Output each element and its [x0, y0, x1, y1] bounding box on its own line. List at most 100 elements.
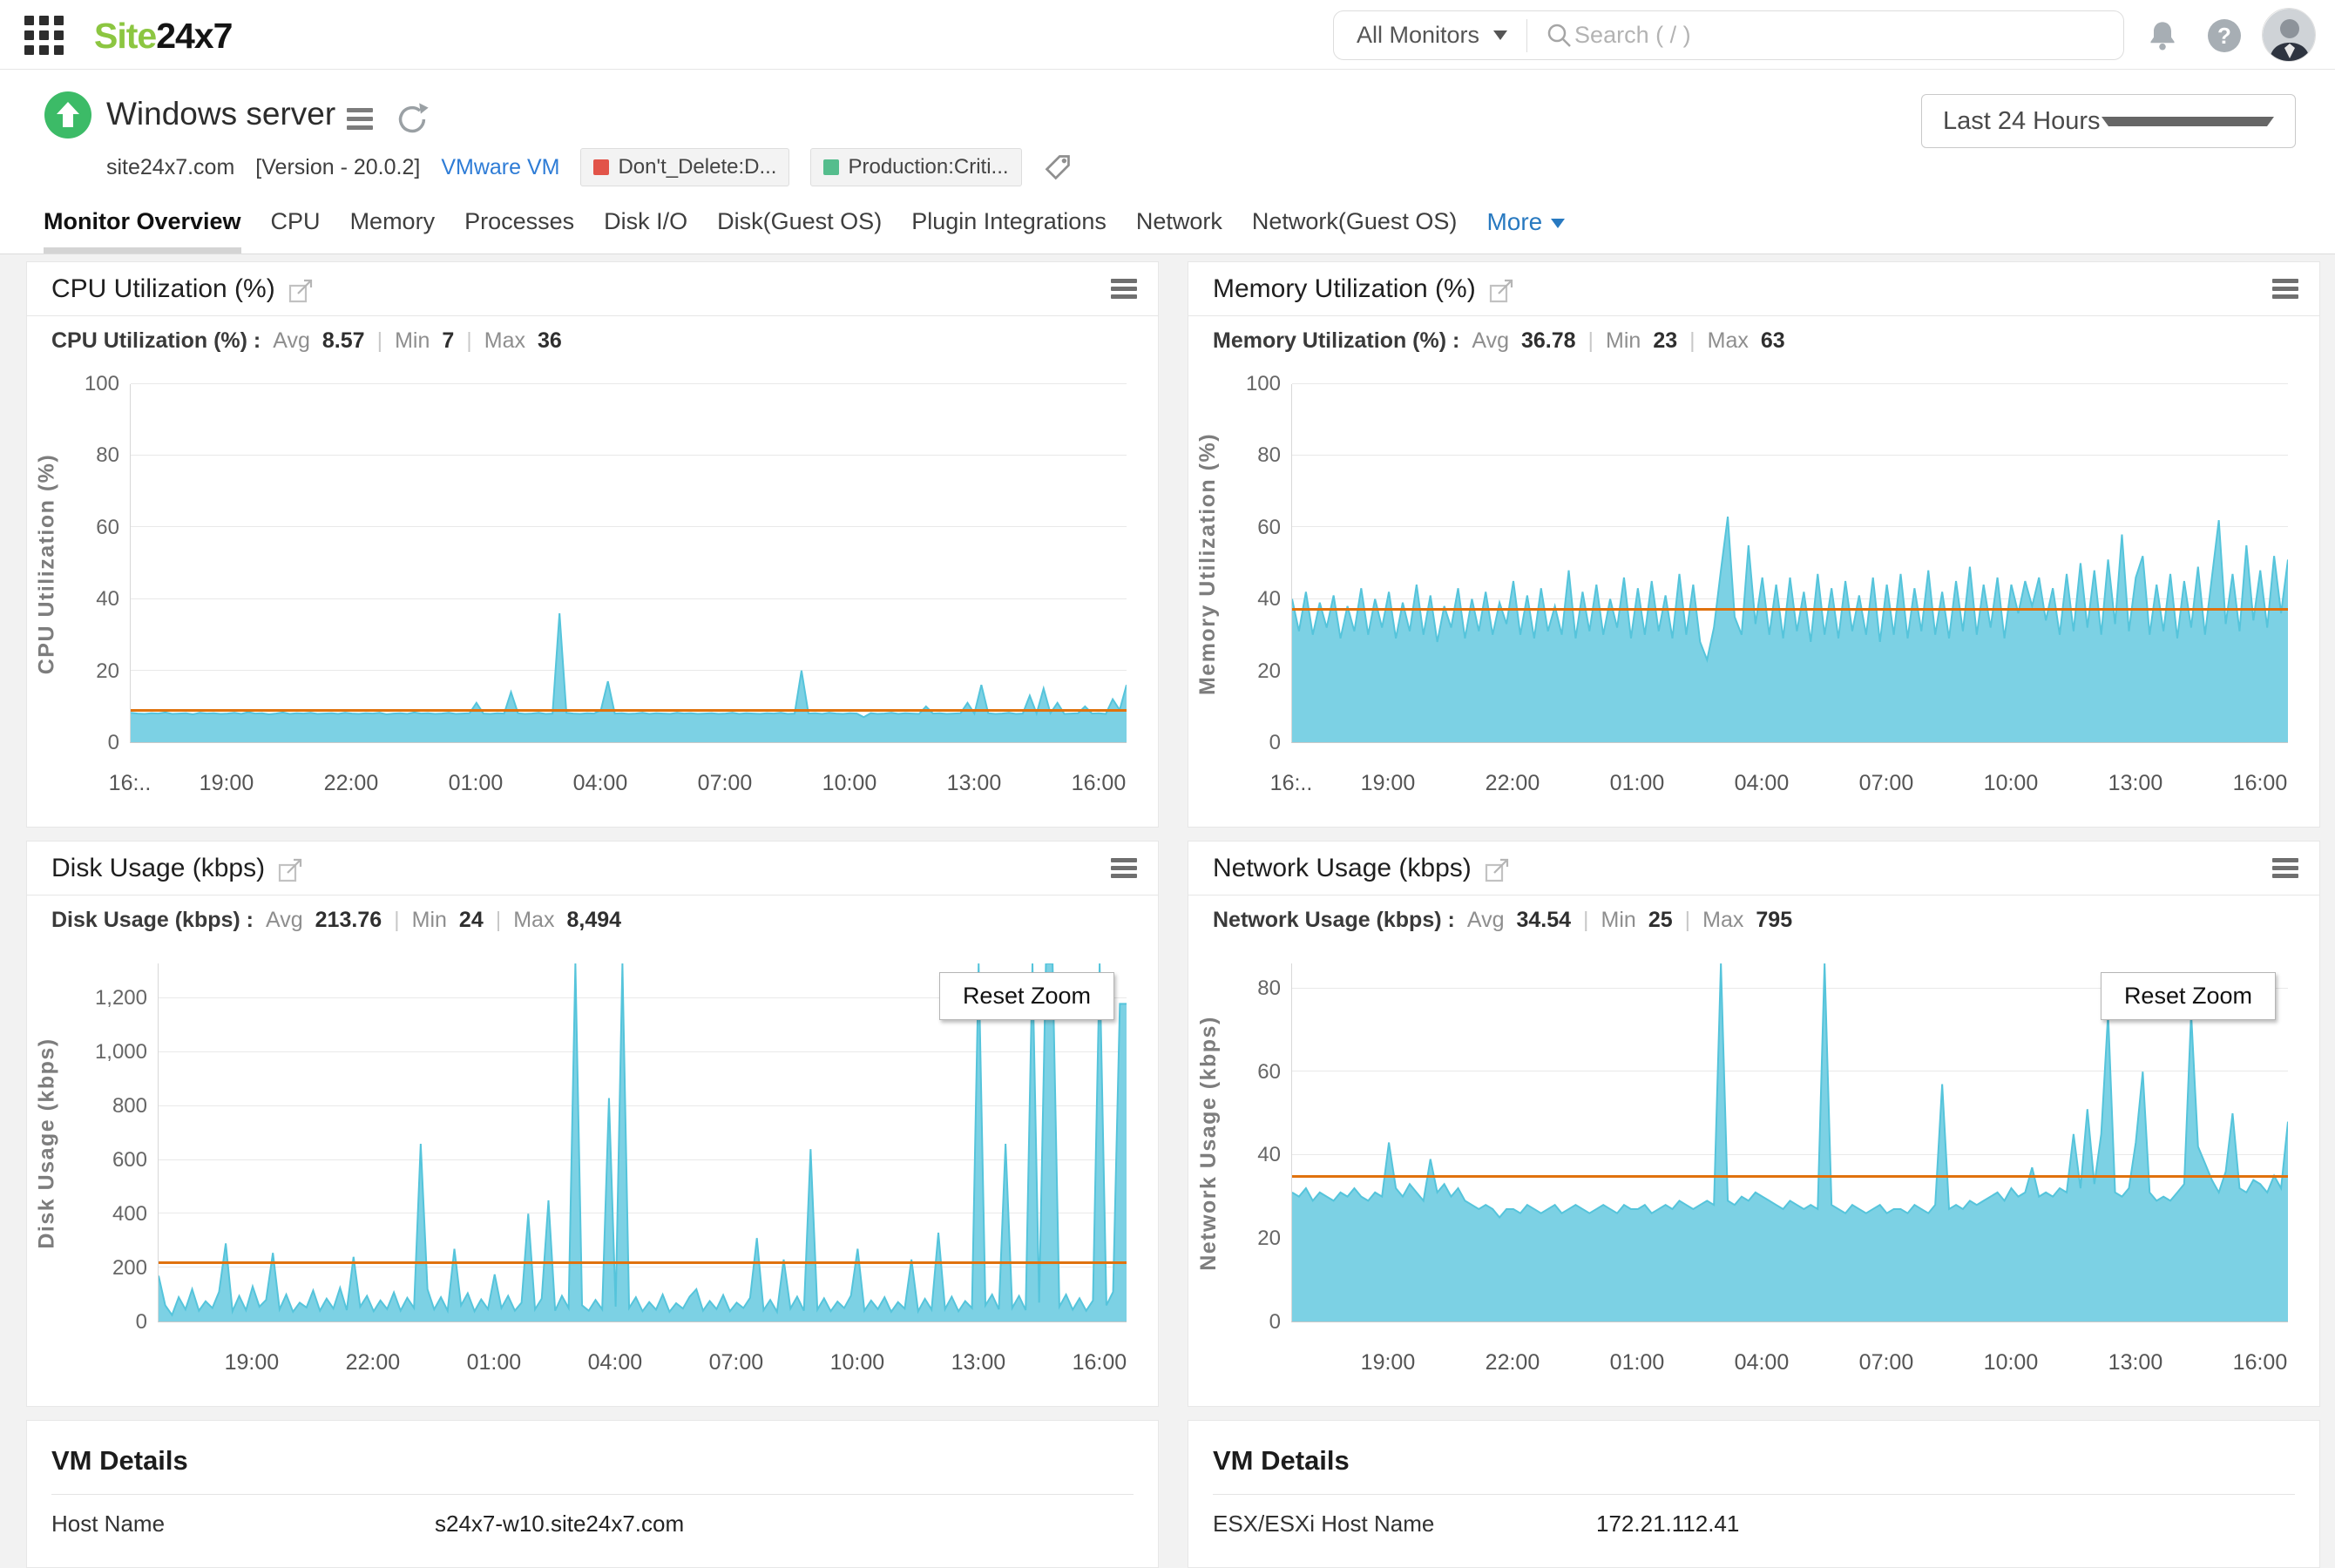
y-tick-label: 20	[62, 659, 119, 684]
chevron-down-icon	[1551, 219, 1565, 228]
cpu-utilization-chart[interactable]: CPU Utilization (%) 020406080100 16:..19…	[27, 365, 1158, 827]
tab-cpu[interactable]: CPU	[271, 208, 321, 253]
app-launcher-icon[interactable]	[24, 16, 64, 56]
monitor-host: site24x7.com	[106, 155, 234, 180]
memory-utilization-chart[interactable]: Memory Utilization (%) 020406080100 16:.…	[1188, 365, 2319, 827]
search-input[interactable]	[1574, 22, 2062, 49]
area-series	[131, 384, 1127, 742]
x-tick-label: 07:00	[709, 1350, 764, 1375]
chart-menu-icon[interactable]	[2272, 855, 2298, 882]
x-tick-label: 16:00	[1072, 771, 1127, 796]
x-tick-label: 04:00	[1735, 1350, 1790, 1375]
y-tick-label: 100	[1223, 372, 1281, 396]
x-tick-label: 22:00	[1486, 771, 1540, 796]
x-tick-label: 19:00	[1361, 771, 1416, 796]
disk-usage-panel: Disk Usage (kbps) Disk Usage (kbps) : Av…	[26, 841, 1159, 1407]
y-tick-label: 0	[1223, 731, 1281, 755]
plot-area[interactable]	[130, 384, 1127, 743]
site24x7-logo[interactable]: Site24x7	[94, 16, 232, 57]
y-tick-label: 0	[62, 731, 119, 755]
x-tick-label: 04:00	[1735, 771, 1790, 796]
reset-zoom-button[interactable]: Reset Zoom	[939, 972, 1114, 1020]
y-tick-label: 200	[62, 1256, 147, 1281]
panel-header: Network Usage (kbps)	[1188, 841, 2319, 896]
y-axis: 020406080100	[67, 384, 125, 743]
tab-disk-io[interactable]: Disk I/O	[604, 208, 687, 253]
x-tick-label: 16:..	[109, 771, 152, 796]
status-up-icon	[44, 91, 92, 139]
all-monitors-dropdown[interactable]: All Monitors	[1334, 11, 1526, 59]
charts-row-2: Disk Usage (kbps) Disk Usage (kbps) : Av…	[26, 841, 2320, 1407]
help-icon[interactable]: ?	[2208, 19, 2241, 52]
tag-chip-production[interactable]: Production:Criti...	[810, 148, 1021, 186]
y-tick-label: 60	[1223, 516, 1281, 540]
expand-chart-icon[interactable]	[277, 857, 303, 883]
chart-stats: Memory Utilization (%) : Avg36.78 | Min2…	[1188, 316, 2319, 365]
tab-more[interactable]: More	[1486, 208, 1565, 253]
x-tick-label: 10:00	[1984, 771, 2039, 796]
divider	[51, 1494, 1134, 1495]
vm-detail-label: Host Name	[51, 1511, 435, 1538]
vm-detail-label: ESX/ESXi Host Name	[1213, 1511, 1596, 1538]
expand-chart-icon[interactable]	[1484, 857, 1510, 883]
x-tick-label: 04:00	[573, 771, 628, 796]
tab-memory[interactable]: Memory	[350, 208, 436, 253]
monitor-header: Windows server site24x7.com [Version - 2…	[0, 70, 2335, 254]
tab-network[interactable]: Network	[1136, 208, 1222, 253]
plot-area[interactable]	[1291, 384, 2288, 743]
chart-stats: Disk Usage (kbps) : Avg213.76 | Min24 | …	[27, 896, 1158, 944]
average-threshold-line	[1292, 1175, 2288, 1178]
x-tick-label: 13:00	[947, 771, 1002, 796]
search-icon	[1545, 21, 1574, 51]
monitor-menu-icon[interactable]	[347, 108, 373, 134]
x-tick-label: 13:00	[2108, 1350, 2163, 1375]
time-range-dropdown[interactable]: Last 24 Hours	[1921, 94, 2296, 148]
plot-area[interactable]: Reset Zoom	[1291, 963, 2288, 1322]
x-axis: 16:..19:0022:0001:0004:0007:0010:0013:00…	[130, 767, 1127, 797]
vm-details-row: VM Details Host Name s24x7-w10.site24x7.…	[26, 1420, 2320, 1568]
tab-plugin-integrations[interactable]: Plugin Integrations	[911, 208, 1107, 253]
chart-menu-icon[interactable]	[1111, 855, 1137, 882]
x-tick-label: 10:00	[830, 1350, 885, 1375]
x-tick-label: 22:00	[346, 1350, 401, 1375]
tab-disk-guest-os[interactable]: Disk(Guest OS)	[717, 208, 882, 253]
global-search-container: All Monitors	[1333, 10, 2124, 60]
disk-usage-chart[interactable]: Disk Usage (kbps) 02004006008001,0001,20…	[27, 944, 1158, 1406]
refresh-icon[interactable]	[394, 101, 430, 138]
vmware-vm-link[interactable]: VMware VM	[441, 155, 559, 180]
y-axis-title: Memory Utilization (%)	[1188, 384, 1228, 743]
x-tick-label: 01:00	[467, 1350, 522, 1375]
y-tick-label: 600	[62, 1148, 147, 1173]
reset-zoom-button[interactable]: Reset Zoom	[2101, 972, 2276, 1020]
expand-chart-icon[interactable]	[1488, 278, 1514, 304]
network-usage-chart[interactable]: Network Usage (kbps) 020406080 Reset Zoo…	[1188, 944, 2319, 1406]
average-threshold-line	[1292, 608, 2288, 611]
x-axis: 16:..19:0022:0001:0004:0007:0010:0013:00…	[1291, 767, 2288, 797]
monitor-tabs: Monitor Overview CPU Memory Processes Di…	[44, 208, 1565, 253]
y-tick-label: 80	[62, 443, 119, 468]
vm-detail-value: s24x7-w10.site24x7.com	[435, 1511, 684, 1538]
tag-icon[interactable]	[1043, 152, 1073, 182]
tag-chip-dont-delete[interactable]: Don't_Delete:D...	[580, 148, 789, 186]
panel-title: CPU Utilization (%)	[51, 274, 275, 304]
x-tick-label: 16:00	[1073, 1350, 1127, 1375]
x-tick-label: 22:00	[324, 771, 379, 796]
user-avatar[interactable]	[2262, 8, 2316, 62]
y-tick-label: 20	[1223, 659, 1281, 684]
chart-menu-icon[interactable]	[1111, 275, 1137, 302]
tab-network-guest-os[interactable]: Network(Guest OS)	[1252, 208, 1458, 253]
expand-chart-icon[interactable]	[288, 278, 314, 304]
tab-processes[interactable]: Processes	[464, 208, 574, 253]
monitor-version: [Version - 20.0.2]	[255, 155, 420, 180]
y-tick-label: 100	[62, 372, 119, 396]
panel-title: Memory Utilization (%)	[1213, 274, 1476, 304]
dashboard-content: CPU Utilization (%) CPU Utilization (%) …	[0, 254, 2335, 1521]
chart-menu-icon[interactable]	[2272, 275, 2298, 302]
vm-detail-value: 172.21.112.41	[1596, 1511, 1739, 1538]
vm-details-title: VM Details	[51, 1421, 1134, 1477]
tab-monitor-overview[interactable]: Monitor Overview	[44, 208, 241, 253]
y-tick-label: 800	[62, 1094, 147, 1119]
x-axis: 19:0022:0001:0004:0007:0010:0013:0016:00	[158, 1347, 1127, 1376]
plot-area[interactable]: Reset Zoom	[158, 963, 1127, 1322]
notifications-bell-icon[interactable]	[2145, 19, 2180, 54]
